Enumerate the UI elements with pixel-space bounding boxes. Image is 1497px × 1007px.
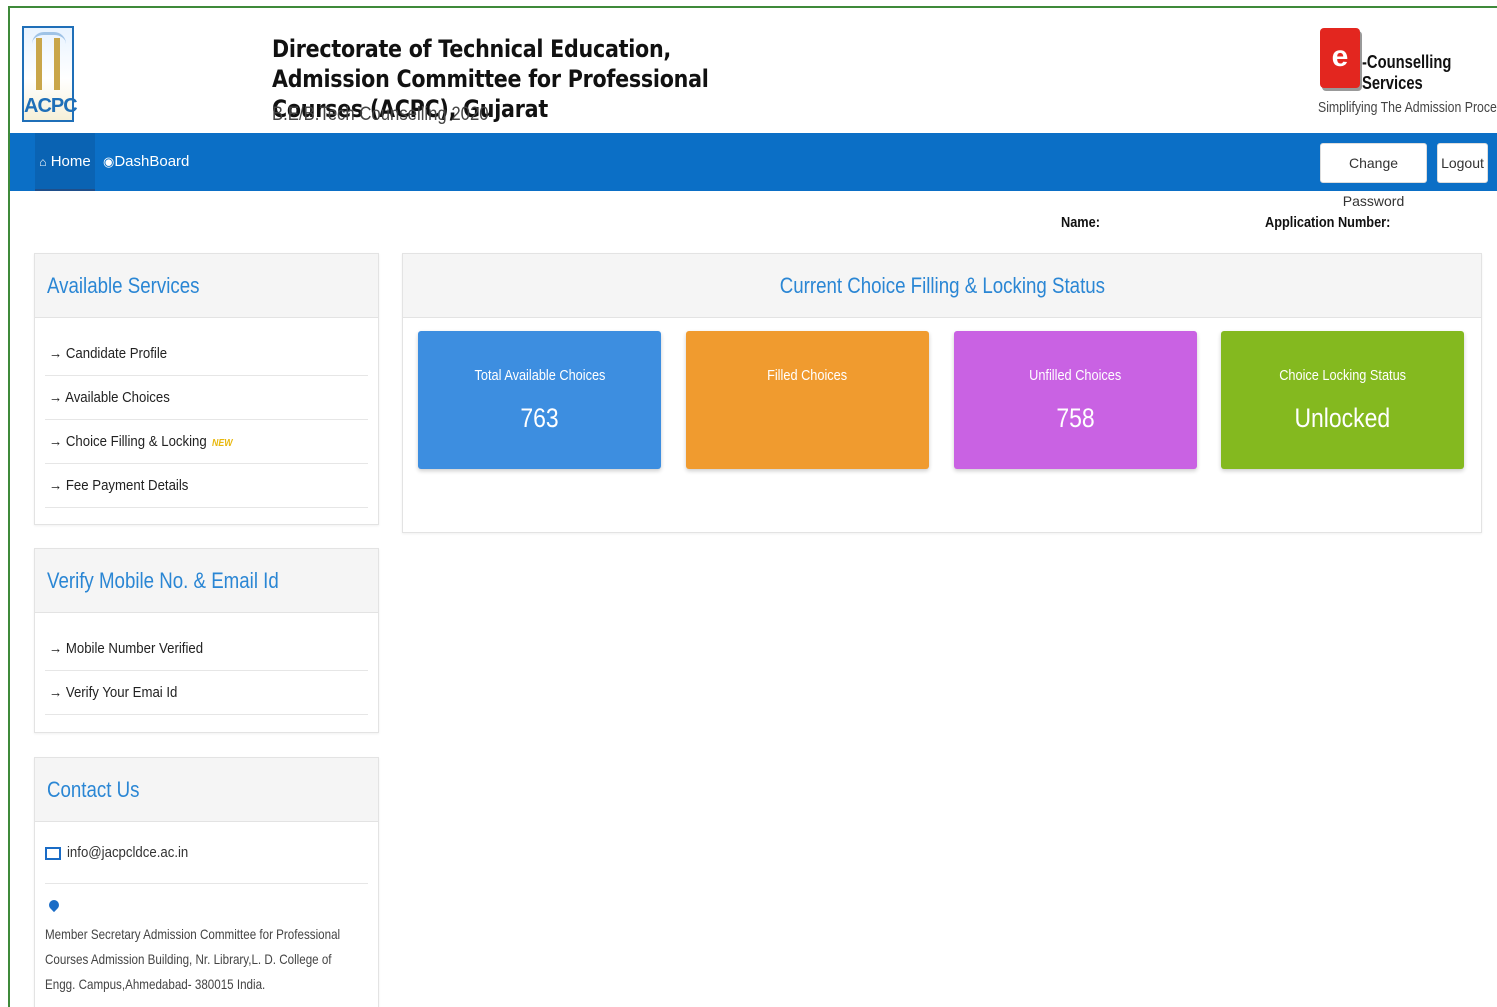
verify-title: Verify Mobile No. & Email Id xyxy=(35,549,378,613)
card-unfilled-value: 758 xyxy=(1056,403,1095,433)
arrow-right-icon: → xyxy=(49,345,66,362)
service-candidate-profile[interactable]: → Candidate Profile xyxy=(45,332,368,376)
service-choice-filling[interactable]: → Choice Filling & Locking NEW xyxy=(45,420,368,464)
envelope-icon xyxy=(45,846,61,860)
name-label: Name: xyxy=(1061,214,1100,231)
service-fee-payment[interactable]: → Fee Payment Details xyxy=(45,464,368,508)
header: ACPC Directorate of Technical Education,… xyxy=(10,8,1497,133)
arrow-right-icon: → xyxy=(49,684,66,701)
card-total-label: Total Available Choices xyxy=(474,367,605,384)
arrow-right-icon: → xyxy=(49,640,66,657)
arrow-right-icon: → xyxy=(49,477,66,494)
card-filled-choices: Filled Choices xyxy=(686,331,929,469)
verify-mobile-item[interactable]: → Mobile Number Verified xyxy=(45,627,368,671)
choice-status-panel: Current Choice Filling & Locking Status … xyxy=(402,253,1482,533)
available-services-panel: Available Services → Candidate Profile →… xyxy=(34,253,379,525)
map-pin-icon xyxy=(46,897,62,913)
card-unfilled-choices: Unfilled Choices 758 xyxy=(954,331,1197,469)
services-list: → Candidate Profile → Available Choices … xyxy=(35,318,378,508)
card-locking-label: Choice Locking Status xyxy=(1279,367,1406,384)
card-locking-status: Choice Locking Status Unlocked xyxy=(1221,331,1464,469)
nav-dashboard-link[interactable]: ◉DashBoard xyxy=(103,133,189,191)
verify-panel: Verify Mobile No. & Email Id → Mobile Nu… xyxy=(34,548,379,733)
available-services-title: Available Services xyxy=(35,254,378,318)
acpc-logo-text: ACPC xyxy=(24,95,78,117)
home-icon: ⌂ xyxy=(39,155,47,169)
nav-home-label: Home xyxy=(50,153,91,170)
contact-panel: Contact Us info@jacpcldce.ac.in Member S… xyxy=(34,757,379,1007)
card-filled-label: Filled Choices xyxy=(767,367,848,384)
nav-home-link[interactable]: ⌂ Home xyxy=(35,133,95,191)
contact-address: Member Secretary Admission Committee for… xyxy=(45,926,341,992)
acpc-logo: ACPC xyxy=(22,26,78,122)
contact-email[interactable]: info@jacpcldce.ac.in xyxy=(45,822,368,884)
card-total-choices: Total Available Choices 763 xyxy=(418,331,661,469)
ecounselling-title: -Counselling Services xyxy=(1362,52,1452,93)
ecounselling-tagline: Simplifying The Admission Process xyxy=(1318,99,1497,116)
card-locking-value: Unlocked xyxy=(1294,403,1391,433)
dashboard-icon: ◉ xyxy=(103,154,115,169)
logout-button[interactable]: Logout xyxy=(1437,143,1488,183)
contact-title: Contact Us xyxy=(35,758,378,822)
card-unfilled-label: Unfilled Choices xyxy=(1029,367,1122,384)
verify-email-item[interactable]: → Verify Your Emai Id xyxy=(45,671,368,715)
change-password-button[interactable]: Change Password xyxy=(1320,143,1427,209)
page-frame: ACPC Directorate of Technical Education,… xyxy=(8,6,1497,1007)
service-available-choices[interactable]: → Available Choices xyxy=(45,376,368,420)
card-total-value: 763 xyxy=(520,403,559,433)
new-badge: NEW xyxy=(212,438,233,449)
arrow-right-icon: → xyxy=(49,433,66,450)
top-navbar: ⌂ Home ◉DashBoard Change Password Logout xyxy=(10,133,1497,209)
verify-list: → Mobile Number Verified → Verify Your E… xyxy=(35,613,378,715)
choice-status-title: Current Choice Filling & Locking Status xyxy=(403,254,1481,318)
page-subtitle: B.E/B.Tech Counselling 2020 xyxy=(272,104,489,125)
nav-dashboard-label: DashBoard xyxy=(114,153,190,170)
arrow-right-icon: → xyxy=(49,389,66,406)
ecounselling-logo-letter: e xyxy=(1331,40,1349,73)
ecounselling-logo: e xyxy=(1320,28,1360,88)
application-number-label: Application Number: xyxy=(1265,214,1391,231)
contact-body: info@jacpcldce.ac.in Member Secretary Ad… xyxy=(35,822,378,997)
